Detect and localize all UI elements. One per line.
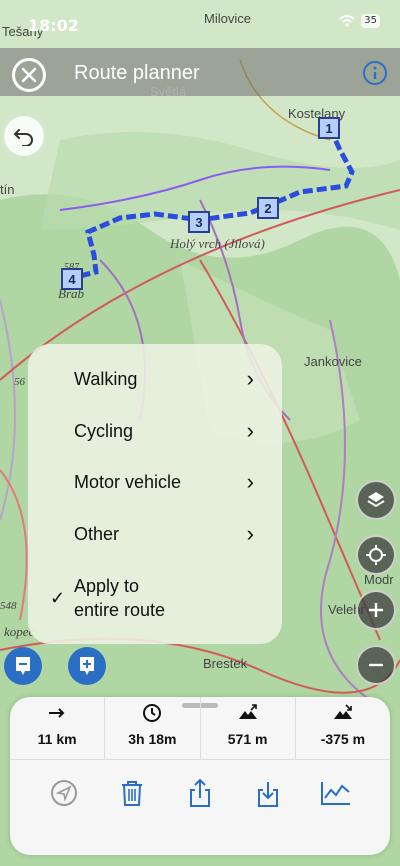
trash-icon [122, 781, 142, 806]
distance-arrow-icon [49, 708, 65, 718]
map-label: Jankovice [304, 354, 362, 369]
apply-to-entire-route-option[interactable]: ✓ Apply to entire route [28, 568, 282, 628]
apply-label: Apply to entire route [74, 574, 165, 622]
locate-icon [366, 545, 386, 565]
status-bar: 18:02 35 [0, 0, 400, 48]
route-summary-panel: 11 km 3h 18m 571 m -375 m [10, 697, 390, 855]
close-icon [21, 67, 37, 83]
apply-label-line2: entire route [74, 600, 166, 620]
zoom-out-button[interactable] [356, 645, 396, 685]
add-point-button[interactable] [68, 647, 106, 685]
locate-button[interactable] [356, 535, 396, 575]
map-label: Holý vrch (Jílová) [170, 236, 265, 251]
transport-mode-menu: Walking › Cycling › Motor vehicle › Othe… [28, 344, 282, 644]
elevation-profile-button[interactable] [318, 775, 354, 811]
menu-item-cycling[interactable]: Cycling › [28, 406, 282, 456]
add-point-icon [80, 657, 94, 675]
share-route-button[interactable] [182, 775, 218, 811]
zoom-in-button[interactable] [356, 590, 396, 630]
clock-icon [143, 704, 162, 722]
ascent-value: 571 m [227, 731, 268, 747]
delete-route-button[interactable] [114, 775, 150, 811]
undo-button[interactable] [4, 116, 44, 156]
status-time: 18:02 [28, 16, 79, 35]
chevron-right-icon: › [246, 521, 254, 546]
map-label: 548 [0, 600, 17, 612]
route-stats: 11 km 3h 18m 571 m -375 m [10, 697, 390, 759]
layers-button[interactable] [356, 480, 396, 520]
chevron-right-icon: › [246, 469, 254, 494]
menu-item-other[interactable]: Other › [28, 509, 282, 559]
route-point-marker[interactable]: 3 [188, 211, 210, 233]
chevron-right-icon: › [246, 418, 254, 443]
download-icon [258, 782, 278, 807]
menu-item-label: Other [74, 523, 120, 544]
close-button[interactable] [12, 58, 46, 92]
elevation-chart-icon [321, 782, 350, 805]
remove-point-icon [16, 657, 30, 675]
descent-value: -375 m [320, 731, 366, 747]
navigate-button[interactable] [46, 775, 82, 811]
checkmark-icon: ✓ [50, 587, 66, 608]
duration-stat: 3h 18m [105, 697, 201, 759]
remove-point-button[interactable] [4, 647, 42, 685]
divider [10, 759, 390, 760]
status-icons: 35 [339, 14, 380, 28]
map-label: 56 [14, 376, 25, 388]
route-point-marker[interactable]: 1 [318, 117, 340, 139]
zoom-out-icon [369, 663, 383, 667]
map-label: Brestek [203, 656, 248, 671]
menu-item-label: Walking [74, 368, 138, 389]
chevron-right-icon: › [246, 366, 254, 391]
descent-icon [333, 704, 352, 719]
apply-label-line1: Apply to [74, 576, 140, 596]
menu-item-motor-vehicle[interactable]: Motor vehicle › [28, 457, 282, 507]
menu-item-label: Motor vehicle [74, 471, 182, 492]
route-actions [10, 775, 390, 815]
ascent-icon [238, 704, 257, 719]
ascent-stat: 571 m [201, 697, 296, 759]
distance-value: 11 km [37, 731, 77, 747]
wifi-icon [339, 15, 355, 27]
menu-item-label: Cycling [74, 420, 134, 441]
route-planner-header: Route planner [0, 48, 400, 96]
duration-value: 3h 18m [128, 731, 177, 747]
zoom-in-icon [369, 603, 383, 617]
route-point-marker[interactable]: 2 [257, 197, 279, 219]
descent-stat: -375 m [296, 697, 390, 759]
menu-item-walking[interactable]: Walking › [28, 354, 282, 404]
battery-indicator: 35 [361, 14, 380, 28]
undo-icon [13, 129, 33, 146]
save-route-button[interactable] [250, 775, 286, 811]
route-point-marker[interactable]: 4 [61, 268, 83, 290]
page-title: Route planner [74, 62, 200, 84]
navigate-icon [51, 780, 77, 806]
layers-icon [367, 492, 385, 508]
map-label: tín [0, 182, 15, 197]
info-icon[interactable] [362, 60, 388, 86]
distance-stat: 11 km [10, 697, 106, 759]
share-icon [190, 778, 210, 807]
